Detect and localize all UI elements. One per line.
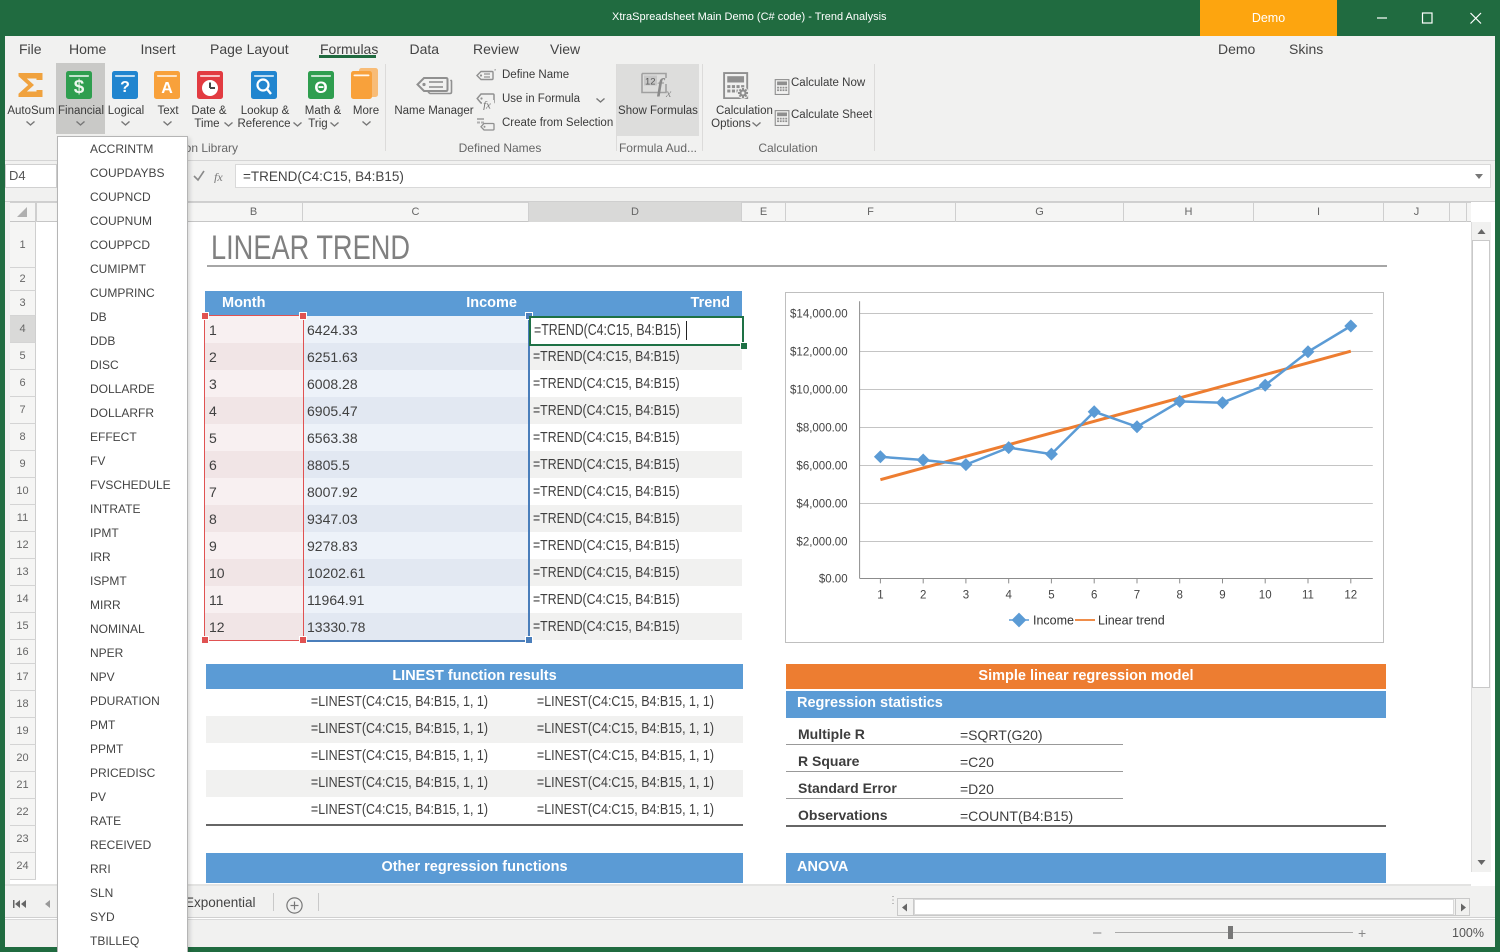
svg-text:1: 1 xyxy=(877,589,883,601)
svg-text:fx: fx xyxy=(214,170,223,183)
svg-text:10: 10 xyxy=(1259,589,1272,601)
svg-text:$14,000.00: $14,000.00 xyxy=(790,309,848,321)
svg-text:Income: Income xyxy=(1033,614,1074,628)
svg-text:8: 8 xyxy=(1176,589,1182,601)
svg-text:5: 5 xyxy=(1048,589,1054,601)
svg-text:2: 2 xyxy=(920,589,926,601)
svg-text:$10,000.00: $10,000.00 xyxy=(790,385,848,397)
svg-text:f: f xyxy=(657,75,666,97)
svg-text:*: * xyxy=(494,69,496,75)
svg-text:?: ? xyxy=(120,79,130,96)
svg-text:fx: fx xyxy=(483,100,491,111)
svg-text:3: 3 xyxy=(963,589,969,601)
svg-text:11: 11 xyxy=(1302,589,1314,601)
svg-text:Linear trend: Linear trend xyxy=(1098,614,1165,628)
svg-text:$12,000.00: $12,000.00 xyxy=(790,347,848,359)
svg-text:$0.00: $0.00 xyxy=(819,574,848,586)
svg-text:$2,000.00: $2,000.00 xyxy=(796,537,847,549)
svg-text:x: x xyxy=(665,86,672,100)
svg-text:$: $ xyxy=(74,77,85,98)
svg-text:4: 4 xyxy=(1005,589,1012,601)
svg-text:$6,000.00: $6,000.00 xyxy=(796,461,847,473)
svg-text:12: 12 xyxy=(1344,589,1357,601)
svg-text:9: 9 xyxy=(1219,589,1225,601)
svg-text:$8,000.00: $8,000.00 xyxy=(796,423,847,435)
svg-text:Θ: Θ xyxy=(314,78,327,97)
svg-text:12: 12 xyxy=(645,77,656,88)
svg-text:6: 6 xyxy=(1091,589,1097,601)
svg-text:7: 7 xyxy=(1134,589,1140,601)
svg-text:A: A xyxy=(161,80,173,97)
svg-text:$4,000.00: $4,000.00 xyxy=(796,499,847,511)
